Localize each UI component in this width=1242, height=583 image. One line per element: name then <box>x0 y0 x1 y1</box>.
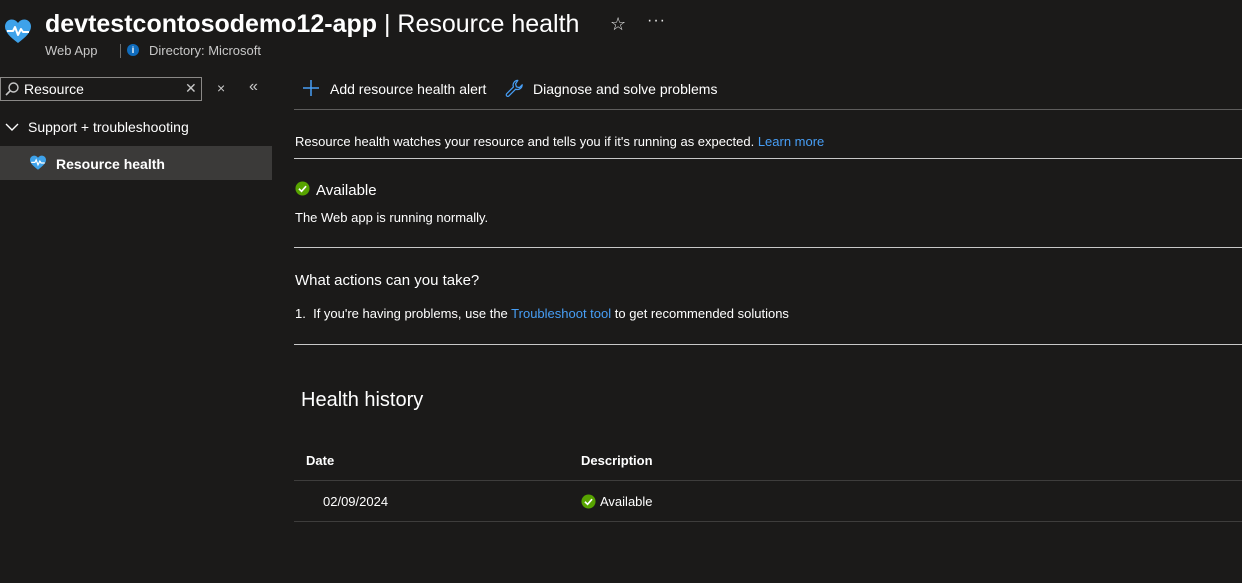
learn-more-link[interactable]: Learn more <box>758 134 824 149</box>
close-filter-icon[interactable]: × <box>217 80 225 96</box>
page-title: devtestcontosodemo12-app | Resource heal… <box>45 8 579 40</box>
section-divider <box>294 158 1242 159</box>
add-icon[interactable] <box>302 79 320 97</box>
heart-pulse-icon <box>5 19 31 43</box>
subtitle-divider <box>120 44 121 58</box>
clear-search-icon[interactable]: ✕ <box>185 80 197 97</box>
check-circle-icon <box>581 494 596 509</box>
troubleshoot-tool-link[interactable]: Troubleshoot tool <box>511 306 611 321</box>
resource-name: devtestcontosodemo12-app <box>45 10 378 38</box>
intro-body: Resource health watches your resource an… <box>295 134 755 149</box>
ellipsis-icon[interactable]: ··· <box>647 12 666 30</box>
star-icon[interactable]: ☆ <box>610 14 626 35</box>
title-separator: | <box>377 10 398 38</box>
intro-text: Resource health watches your resource an… <box>295 134 824 149</box>
sidebar-item-label: Resource health <box>56 156 165 172</box>
heart-pulse-icon <box>30 155 46 170</box>
section-divider <box>294 344 1242 345</box>
add-resource-health-alert-button[interactable]: Add resource health alert <box>330 81 486 97</box>
info-icon: i <box>127 44 139 56</box>
wrench-icon[interactable] <box>505 79 524 98</box>
search-input[interactable] <box>24 79 174 99</box>
column-header-date: Date <box>306 453 335 468</box>
nav-group-support[interactable]: Support + troubleshooting <box>4 119 189 135</box>
table-row-divider <box>294 521 1242 522</box>
blade-title: Resource health <box>397 10 580 38</box>
action-text-after: to get recommended solutions <box>614 306 789 321</box>
table-header-divider <box>294 480 1242 481</box>
table-cell-description: Available <box>600 494 653 509</box>
search-icon <box>5 82 19 96</box>
actions-heading: What actions can you take? <box>295 272 480 289</box>
directory-label: Directory: Microsoft <box>149 43 261 58</box>
action-number: 1. <box>295 306 306 321</box>
table-cell-date: 02/09/2024 <box>323 494 389 509</box>
status-description: The Web app is running normally. <box>295 210 489 225</box>
toolbar-divider <box>294 109 1242 110</box>
diagnose-button[interactable]: Diagnose and solve problems <box>533 81 717 97</box>
column-header-description: Description <box>581 453 653 468</box>
action-item: 1. If you're having problems, use the Tr… <box>295 306 789 321</box>
chevron-down-icon <box>5 123 19 131</box>
collapse-sidebar-icon[interactable]: « <box>249 78 258 96</box>
section-divider <box>294 247 1242 248</box>
check-circle-icon <box>295 181 310 196</box>
resource-type: Web App <box>45 43 98 58</box>
action-text-before: If you're having problems, use the <box>313 306 508 321</box>
nav-group-label: Support + troubleshooting <box>28 119 189 135</box>
health-history-title: Health history <box>301 389 424 411</box>
status-label: Available <box>316 182 377 199</box>
